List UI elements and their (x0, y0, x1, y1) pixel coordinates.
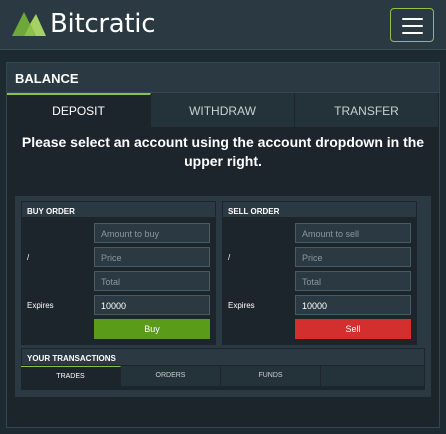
tab-spacer (321, 366, 425, 386)
sell-order-title: SELL ORDER (222, 201, 417, 218)
tab-funds[interactable]: FUNDS (221, 366, 321, 386)
sell-expires-label: Expires (228, 301, 255, 310)
top-navbar: Bitcratic (0, 0, 446, 50)
buy-order-box: BUY ORDER Amount to buy / Price Total Ex… (21, 201, 216, 345)
bitcratic-logo-icon (12, 12, 46, 36)
logo[interactable]: Bitcratic (10, 9, 155, 39)
sell-amount-input[interactable]: Amount to sell (295, 223, 411, 243)
hamburger-line (402, 25, 423, 27)
buy-amount-input[interactable]: Amount to buy (94, 223, 210, 243)
hamburger-menu-button[interactable] (390, 8, 434, 42)
sell-order-box: SELL ORDER Amount to sell / Price Total … (222, 201, 417, 345)
tab-withdraw[interactable]: WITHDRAW (151, 93, 295, 127)
transactions-title: YOUR TRANSACTIONS (21, 348, 425, 366)
buy-total-input[interactable]: Total (94, 271, 210, 291)
transactions-tabs: TRADES ORDERS FUNDS (21, 366, 425, 386)
tab-trades[interactable]: TRADES (21, 366, 121, 386)
orders-section: BUY ORDER Amount to buy / Price Total Ex… (15, 196, 431, 397)
balance-tabs: DEPOSIT WITHDRAW TRANSFER (7, 93, 439, 127)
tab-orders[interactable]: ORDERS (121, 366, 221, 386)
transactions-box: YOUR TRANSACTIONS TRADES ORDERS FUNDS (21, 348, 425, 390)
balance-panel-title: BALANCE (7, 63, 439, 93)
sell-pair-label: / (228, 253, 231, 262)
account-notice: Please select an account using the accou… (21, 134, 425, 169)
logo-text: Bitcratic (50, 9, 156, 39)
buy-pair-label: / (27, 253, 30, 262)
tab-transfer[interactable]: TRANSFER (295, 93, 439, 127)
sell-expires-input[interactable]: 10000 (295, 295, 411, 315)
sell-button[interactable]: Sell (295, 319, 411, 339)
hamburger-line (402, 18, 423, 20)
tab-deposit[interactable]: DEPOSIT (7, 93, 151, 127)
sell-price-input[interactable]: Price (295, 247, 411, 267)
buy-expires-label: Expires (27, 301, 54, 310)
buy-expires-input[interactable]: 10000 (94, 295, 210, 315)
buy-button[interactable]: Buy (94, 319, 210, 339)
sell-total-input[interactable]: Total (295, 271, 411, 291)
buy-price-input[interactable]: Price (94, 247, 210, 267)
hamburger-line (402, 32, 423, 34)
buy-order-title: BUY ORDER (21, 201, 216, 218)
